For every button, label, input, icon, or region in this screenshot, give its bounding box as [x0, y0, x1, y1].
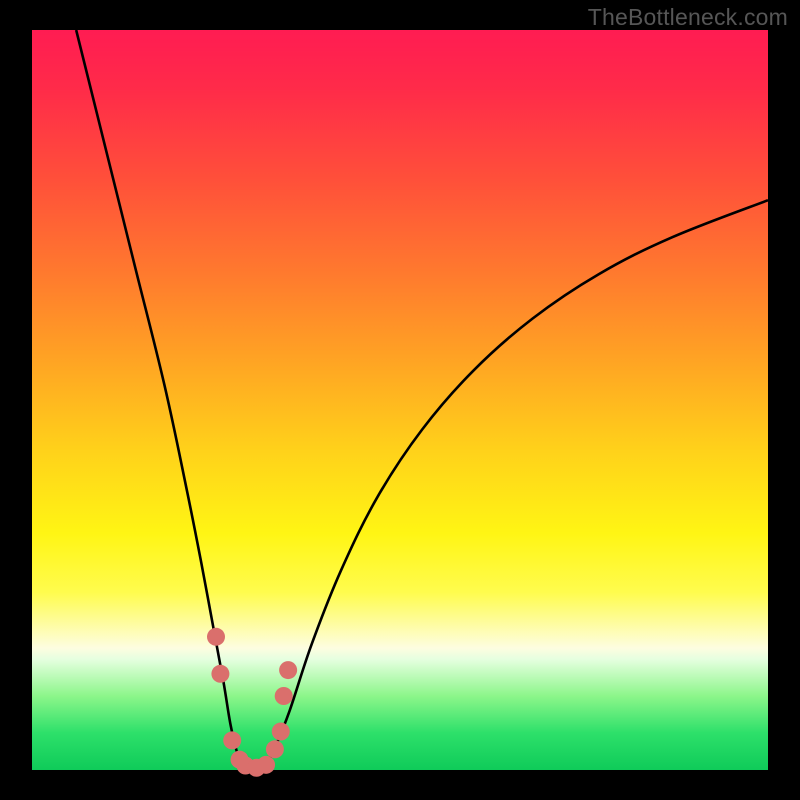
marker-dot: [266, 740, 284, 758]
marker-dot: [279, 661, 297, 679]
highlight-markers: [207, 628, 297, 777]
chart-svg: [32, 30, 768, 770]
marker-dot: [223, 731, 241, 749]
marker-dot: [272, 723, 290, 741]
marker-dot: [207, 628, 225, 646]
marker-dot: [211, 665, 229, 683]
chart-plot-area: [32, 30, 768, 770]
marker-dot: [275, 687, 293, 705]
watermark-text: TheBottleneck.com: [588, 4, 788, 31]
chart-frame: TheBottleneck.com: [0, 0, 800, 800]
bottleneck-curve: [76, 30, 768, 770]
marker-dot: [257, 756, 275, 774]
